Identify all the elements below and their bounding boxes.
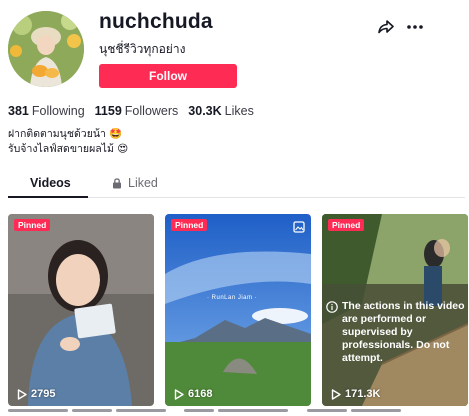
video-thumbnail: [8, 214, 154, 406]
avatar[interactable]: [8, 11, 84, 87]
profile-stats: 381 Following 1159 Followers 30.3K Likes: [8, 104, 254, 118]
following-stat[interactable]: 381 Following: [8, 104, 85, 118]
followers-stat[interactable]: 1159 Followers: [95, 104, 179, 118]
bio-line-1: ฝากติดตามนุชด้วยน้า 🤩: [8, 128, 123, 140]
follow-button[interactable]: Follow: [99, 64, 237, 88]
play-icon: [331, 388, 341, 400]
tab-videos[interactable]: Videos: [30, 176, 71, 190]
video-card[interactable]: Pinned The actions in this video are per…: [322, 214, 468, 406]
pinned-badge: Pinned: [328, 219, 365, 231]
profile-tabs: Videos Liked: [8, 168, 465, 198]
view-count-value: 171.3K: [345, 388, 381, 400]
nickname: นุชชี่รีวิวทุกอย่าง: [99, 42, 186, 56]
following-count: 381: [8, 104, 29, 118]
active-tab-indicator: [8, 196, 88, 198]
bio: ฝากติดตามนุชด้วยน้า 🤩 รับจ้างไลฟ์สดขายผล…: [8, 127, 128, 157]
play-icon: [174, 388, 184, 400]
video-thumbnail: [165, 214, 311, 406]
photo-gallery-icon: [293, 221, 305, 233]
tab-liked-label: Liked: [128, 176, 158, 190]
bio-line-2: รับจ้างไลฟ์สดขายผลไม้ 😍: [8, 143, 129, 155]
likes-label: Likes: [224, 104, 254, 118]
more-icon[interactable]: [404, 17, 426, 37]
view-count: 2795: [17, 388, 55, 400]
video-card[interactable]: Pinned · RunLan Jiam · 6168: [165, 214, 311, 406]
lock-icon: [113, 177, 121, 188]
followers-label: Followers: [124, 104, 179, 118]
pinned-badge: Pinned: [14, 219, 51, 231]
safety-notice-text: The actions in this video are performed …: [342, 300, 465, 364]
likes-stat: 30.3K Likes: [188, 104, 254, 118]
view-count: 6168: [174, 388, 212, 400]
view-count-value: 6168: [188, 388, 213, 400]
safety-notice: The actions in this video are performed …: [326, 300, 466, 365]
share-icon[interactable]: [376, 17, 396, 37]
tab-liked[interactable]: Liked: [112, 176, 158, 190]
followers-count: 1159: [94, 104, 122, 118]
video-overlay-text: · RunLan Jiam ·: [207, 295, 258, 301]
video-card[interactable]: Pinned 2795: [8, 214, 154, 406]
view-count-value: 2795: [31, 388, 56, 400]
info-icon: [326, 301, 338, 313]
username: nuchchuda: [99, 10, 213, 33]
view-count: 171.3K: [331, 388, 380, 400]
following-label: Following: [31, 104, 85, 118]
pinned-badge: Pinned: [171, 219, 208, 231]
video-captions-cutoff: [8, 409, 468, 416]
likes-count: 30.3K: [188, 104, 222, 118]
play-icon: [17, 388, 27, 400]
